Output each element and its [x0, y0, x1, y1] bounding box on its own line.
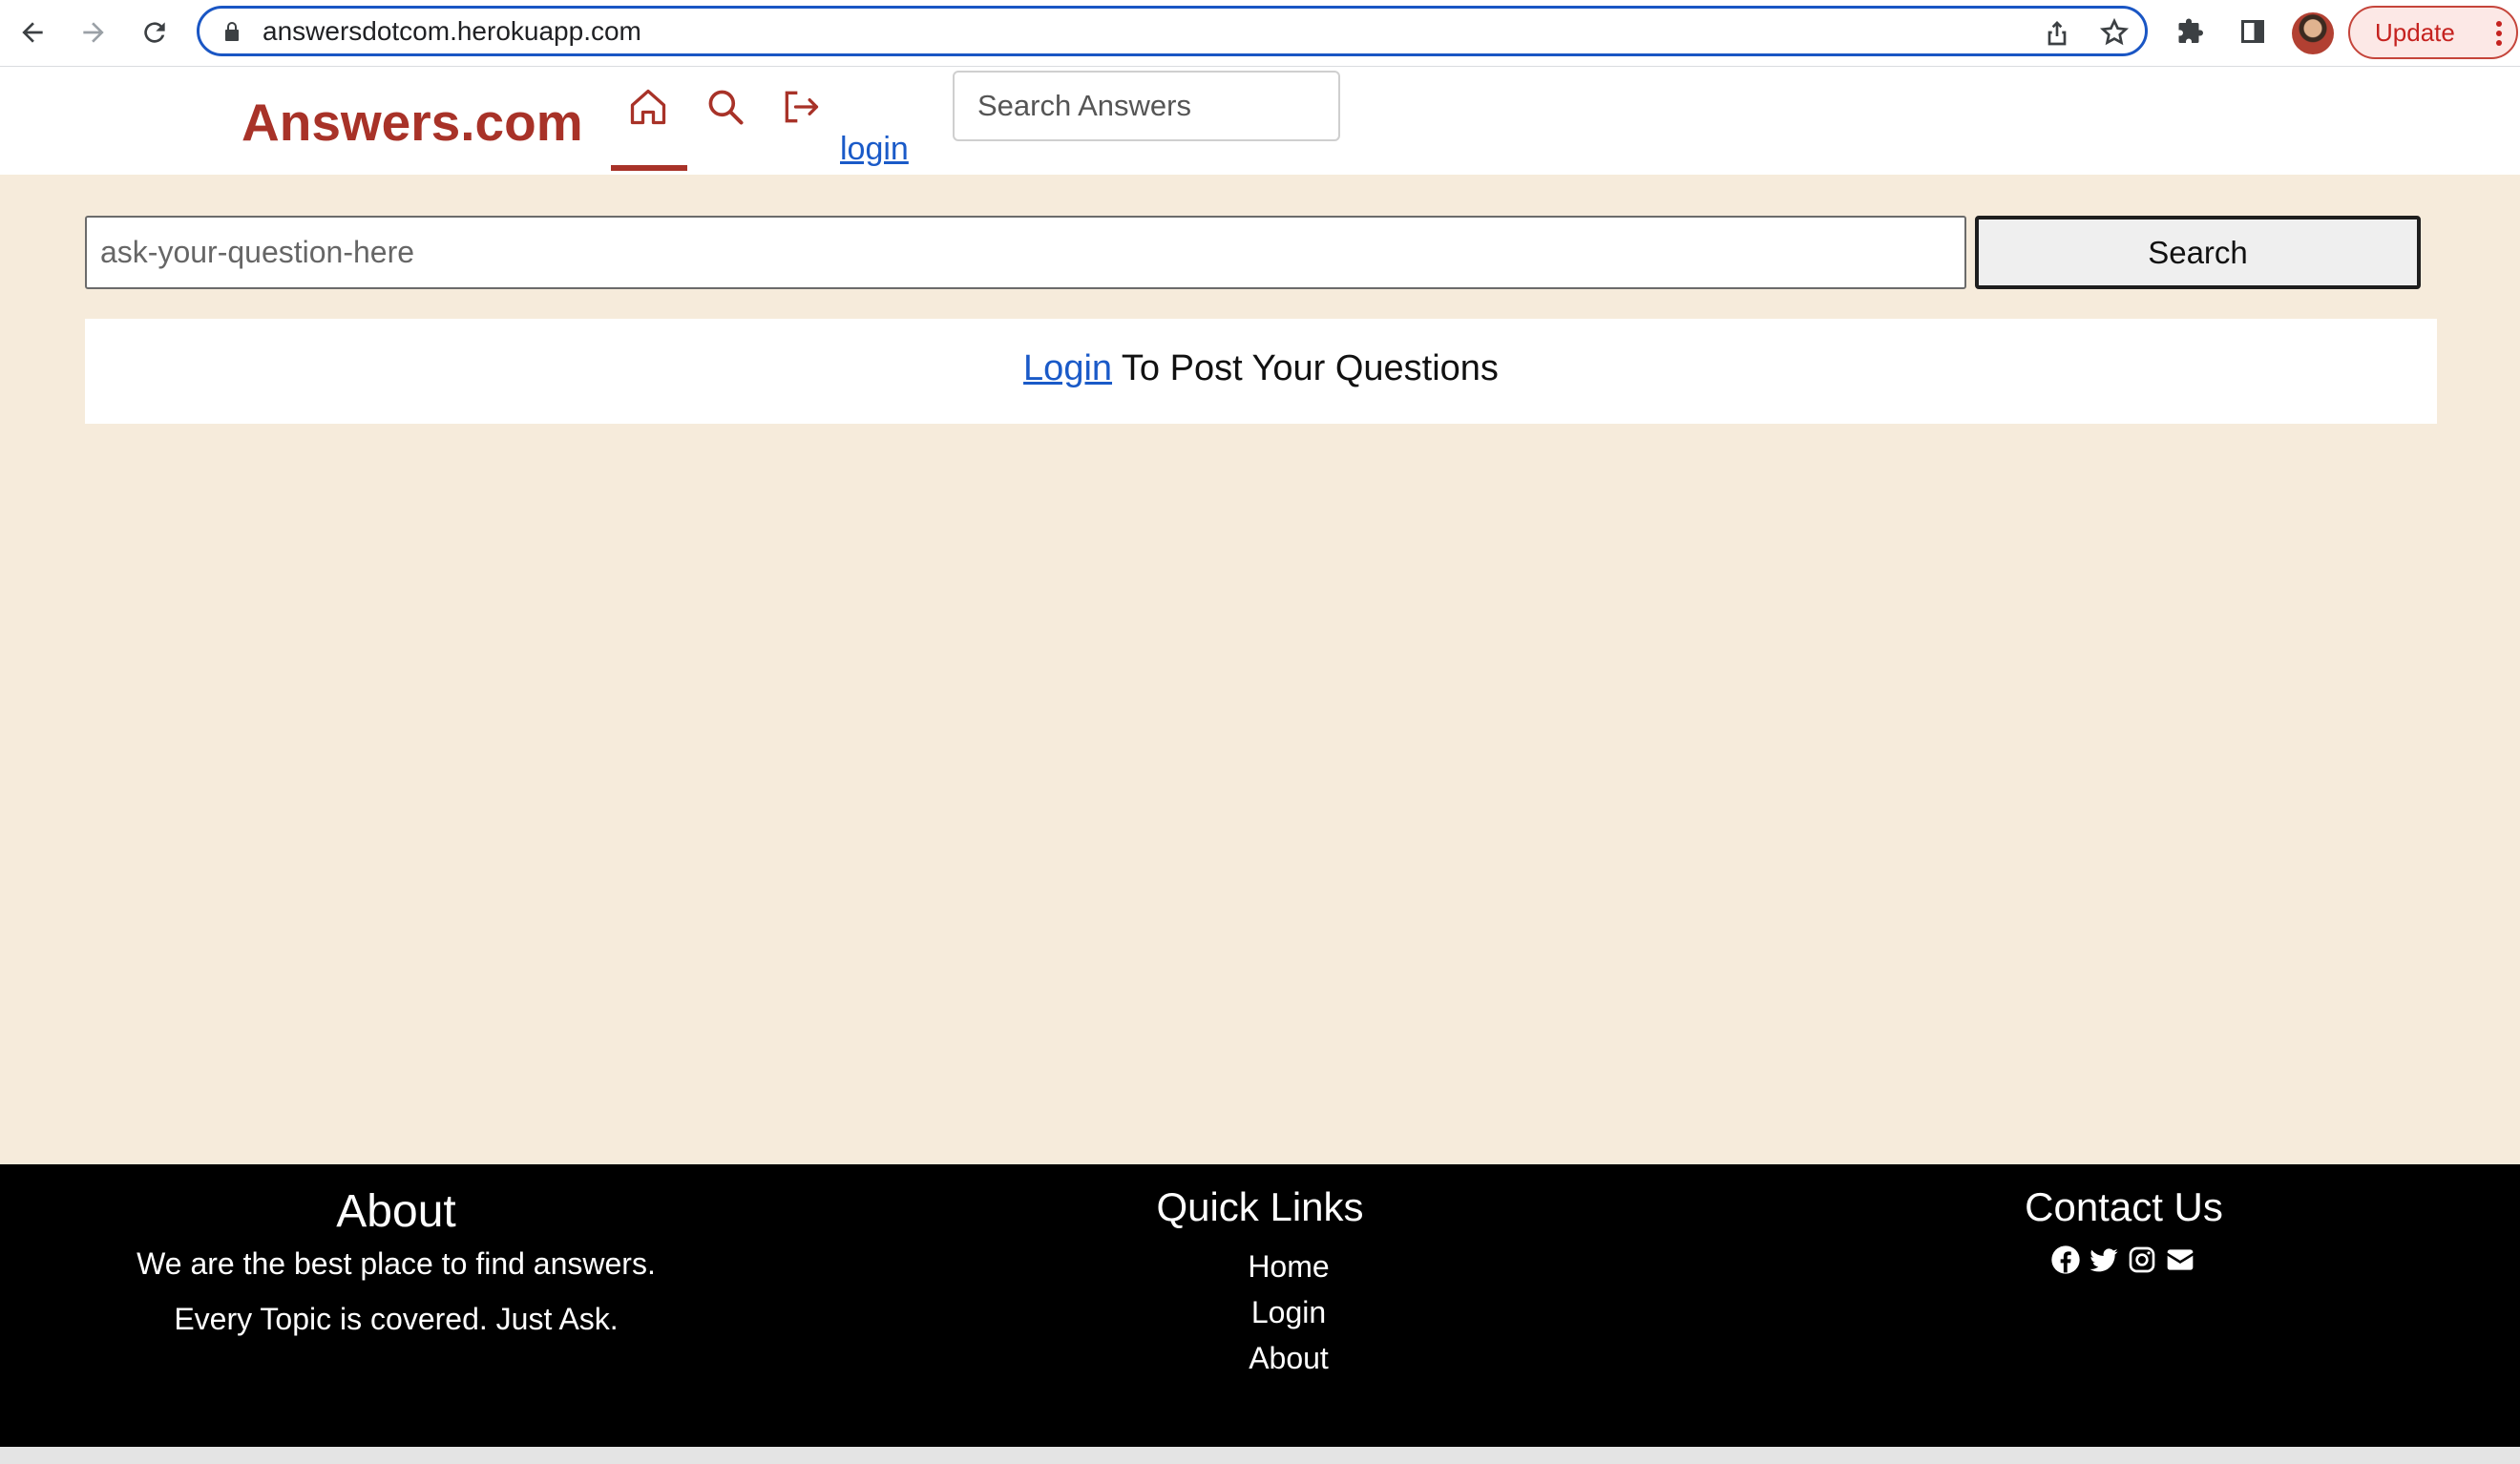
update-button-label: Update [2375, 18, 2455, 47]
envelope-icon[interactable] [2165, 1244, 2195, 1275]
search-button[interactable]: Search [1975, 216, 2421, 289]
footer-about-title: About [336, 1186, 456, 1237]
footer-link-about[interactable]: About [1050, 1340, 1527, 1376]
site-header: Answers.com login [0, 67, 2520, 175]
twitter-icon[interactable] [2089, 1244, 2119, 1275]
login-arrow-icon[interactable] [780, 86, 822, 128]
address-bar[interactable]: answersdotcom.herokuapp.com [197, 6, 2148, 56]
facebook-icon[interactable] [2050, 1244, 2081, 1275]
footer-contact-title: Contact Us [2025, 1184, 2223, 1229]
notice-message: To Post Your Questions [1112, 348, 1499, 388]
url-text: answersdotcom.herokuapp.com [262, 16, 641, 46]
update-button[interactable]: Update [2348, 6, 2518, 59]
instagram-icon[interactable] [2127, 1244, 2157, 1275]
bottom-scroll-strip [0, 1447, 2520, 1464]
search-icon[interactable] [704, 86, 746, 128]
back-arrow-icon [22, 22, 43, 43]
share-icon[interactable] [2042, 17, 2072, 48]
login-notice: Login To Post Your Questions [85, 347, 2437, 389]
question-input[interactable] [85, 216, 1966, 289]
header-login-link[interactable]: login [840, 130, 909, 168]
forward-arrow-icon [83, 22, 104, 43]
brand-logo[interactable]: Answers.com [242, 92, 583, 153]
footer-quick-links-title: Quick Links [1156, 1184, 1364, 1229]
footer-about-line-1: We are the best place to find answers. [136, 1246, 656, 1281]
active-tab-indicator [611, 165, 687, 171]
forward-button[interactable] [73, 11, 115, 53]
bookmark-star-icon[interactable] [2099, 17, 2130, 48]
reload-icon [144, 22, 165, 43]
lock-icon [225, 22, 239, 41]
extensions-puzzle-icon[interactable] [2174, 14, 2209, 49]
site-footer: About We are the best place to find answ… [0, 1164, 2520, 1447]
notice-login-link[interactable]: Login [1023, 348, 1112, 388]
footer-about-line-2: Every Topic is covered. Just Ask. [174, 1302, 619, 1336]
browser-toolbar: answersdotcom.herokuapp.com Update [0, 0, 2520, 67]
reload-button[interactable] [134, 11, 176, 53]
back-button[interactable] [11, 11, 53, 53]
login-notice-card: Login To Post Your Questions [85, 319, 2437, 424]
site-search-input[interactable] [953, 71, 1340, 141]
social-icons [2050, 1244, 2195, 1275]
footer-link-home[interactable]: Home [1050, 1248, 1527, 1285]
footer-link-login[interactable]: Login [1050, 1294, 1527, 1330]
main-content: Search Login To Post Your Questions [0, 175, 2520, 1164]
profile-avatar[interactable] [2292, 12, 2334, 54]
side-panel-icon[interactable] [2236, 14, 2270, 49]
home-icon[interactable] [627, 86, 669, 128]
more-vert-icon [2496, 21, 2502, 46]
